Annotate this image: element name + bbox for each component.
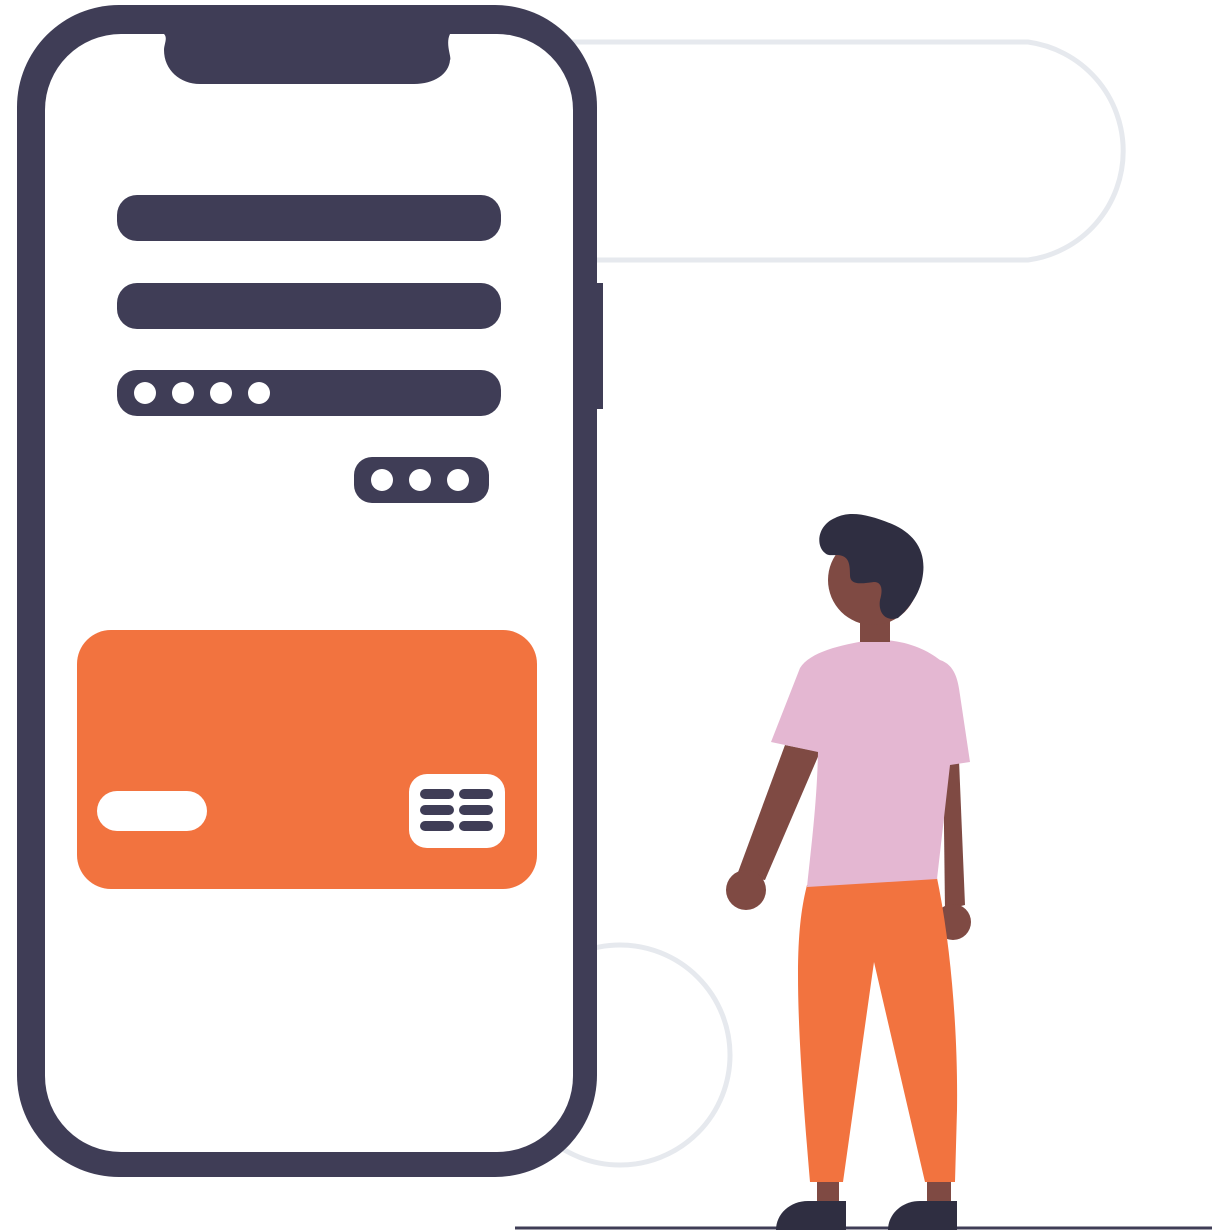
pin-mask-dot [409, 469, 431, 491]
password-mask-dot [210, 382, 232, 404]
password-mask-dot [134, 382, 156, 404]
credit-card[interactable] [77, 630, 537, 889]
password-mask-dot [248, 382, 270, 404]
background-pill-outline [560, 39, 1126, 263]
person-pants [798, 878, 958, 1182]
credit-card-body [77, 630, 537, 889]
phone [17, 5, 603, 1177]
mobile-payment-illustration [17, 5, 1212, 1230]
form-field-username[interactable] [117, 195, 501, 241]
password-mask-dot [172, 382, 194, 404]
pin-mask-dot [371, 469, 393, 491]
pin-mask-dot [447, 469, 469, 491]
person-left-arm [737, 745, 820, 880]
person-left-hand [726, 870, 766, 910]
person [726, 513, 971, 1230]
card-name-strip [97, 791, 207, 831]
form-field-email[interactable] [117, 283, 501, 329]
person-right-shoe [888, 1201, 957, 1230]
person-left-shoe [776, 1201, 846, 1230]
phone-notch [164, 34, 451, 84]
